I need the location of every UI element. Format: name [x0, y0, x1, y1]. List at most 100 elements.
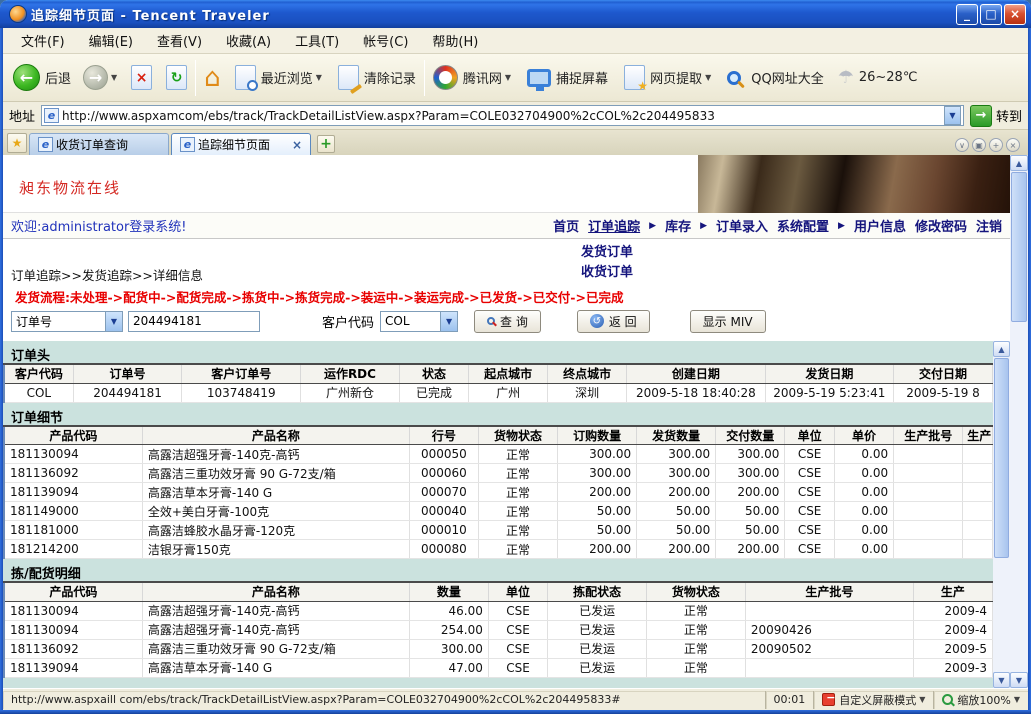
cell — [963, 521, 993, 540]
tencent-dropdown-icon[interactable]: ▼ — [505, 73, 511, 82]
menu-help[interactable]: 帮助(H) — [420, 28, 490, 53]
nav-home[interactable]: 首页 — [553, 216, 579, 235]
menu-account[interactable]: 帐号(C) — [351, 28, 420, 53]
page-scrollbar[interactable]: ▲ ▼ — [1010, 155, 1028, 688]
tab-close-icon[interactable]: × — [282, 138, 302, 152]
scroll-up-icon[interactable]: ▲ — [993, 341, 1010, 357]
menu-edit[interactable]: 编辑(E) — [77, 28, 145, 53]
tab-receive-order-query[interactable]: e 收货订单查询 — [29, 133, 169, 155]
nav-order-entry[interactable]: 订单录入 — [716, 216, 768, 235]
show-miv-button[interactable]: 显示 MIV — [690, 310, 766, 333]
tencent-web-button[interactable]: 腾讯网 ▼ — [433, 65, 511, 90]
submenu-ship-order[interactable]: 发货订单 — [581, 241, 633, 260]
page-extract-button[interactable]: ★ 网页提取 ▼ — [624, 65, 711, 90]
content-scrollbar[interactable]: ▲ ▼ — [993, 341, 1010, 688]
block-mode-label: 自定义屏蔽模式 — [839, 692, 916, 708]
nav-logout[interactable]: 注销 — [976, 216, 1002, 235]
recent-button[interactable]: 最近浏览 ▼ — [235, 65, 322, 90]
cell: 50.00 — [637, 521, 716, 540]
table-row: 181139094高露洁草本牙膏-140 G47.00CSE已发运正常2009-… — [4, 658, 993, 677]
extract-label: 网页提取 — [650, 68, 702, 87]
table-row: 181136092高露洁三重功效牙膏 90 G-72支/箱000060正常300… — [4, 464, 993, 483]
nav-inventory[interactable]: 库存 — [665, 216, 691, 235]
scrollbar-thumb[interactable] — [1011, 172, 1027, 322]
block-mode-icon — [822, 693, 835, 706]
status-url: http://www.aspxaill com/ebs/track/TrackD… — [3, 691, 766, 709]
tab-page-icon: e — [180, 137, 195, 152]
zoom-label: 缩放100% — [957, 692, 1010, 708]
stop-button[interactable]: × — [131, 65, 152, 90]
clear-history-button[interactable]: 清除记录 — [338, 65, 416, 90]
tab-close-all-button[interactable]: × — [1006, 138, 1020, 152]
toolbar: ← 后退 → ▼ × ↻ ⌂ 最近浏览 ▼ 清除记录 腾讯网 ▼ — [3, 54, 1028, 102]
cell: 正常 — [478, 464, 557, 483]
tab-add-button[interactable]: + — [989, 138, 1003, 152]
favorites-star-button[interactable]: ★ — [7, 133, 27, 153]
table-row: 181130094高露洁超强牙膏-140克-高钙46.00CSE已发运正常200… — [4, 601, 993, 620]
tab-list-button[interactable]: ∨ — [955, 138, 969, 152]
menu-file[interactable]: 文件(F) — [9, 28, 77, 53]
menu-favorites[interactable]: 收藏(A) — [214, 28, 283, 53]
recent-dropdown-icon[interactable]: ▼ — [316, 73, 322, 82]
return-button[interactable]: ↺ 返 回 — [577, 310, 650, 333]
customer-code-select[interactable]: COL ▼ — [380, 311, 458, 332]
block-mode-control[interactable]: 自定义屏蔽模式 ▼ — [814, 691, 934, 709]
close-button[interactable]: × — [1004, 4, 1026, 25]
nav-change-password[interactable]: 修改密码 — [915, 216, 967, 235]
new-tab-button[interactable]: + — [317, 135, 335, 153]
forward-dropdown-icon[interactable]: ▼ — [111, 73, 117, 82]
scroll-up-icon[interactable]: ▲ — [1010, 155, 1028, 171]
cell: 2009-3 — [913, 658, 992, 677]
page-content: 昶东物流在线 欢迎:administrator登录系统! 首页 订单追踪 ▶ 库… — [3, 155, 1010, 688]
address-input[interactable] — [62, 109, 944, 123]
cell: 0.00 — [834, 483, 893, 502]
qq-sites-button[interactable]: QQ网址大全 — [727, 68, 823, 87]
extract-dropdown-icon[interactable]: ▼ — [705, 73, 711, 82]
query-label: 查 询 — [500, 313, 528, 330]
tab-track-detail[interactable]: e 追踪细节页面 × — [171, 133, 311, 155]
submenu-receive-order[interactable]: 收货订单 — [581, 261, 633, 280]
order-type-select[interactable]: 订单号 ▼ — [11, 311, 123, 332]
cell: 高露洁超强牙膏-140克-高钙 — [142, 601, 409, 620]
nav-order-track[interactable]: 订单追踪 — [588, 216, 640, 235]
go-button-icon[interactable]: → — [970, 105, 992, 127]
scrollbar-thumb[interactable] — [994, 358, 1009, 558]
capture-screen-button[interactable]: 捕捉屏幕 — [527, 68, 608, 87]
cell: 000080 — [409, 540, 478, 559]
menu-bar: 文件(F) 编辑(E) 查看(V) 收藏(A) 工具(T) 帐号(C) 帮助(H… — [3, 28, 1028, 54]
minimize-button[interactable]: _ — [956, 4, 978, 25]
cell: 254.00 — [409, 620, 488, 639]
column-header: 订购数量 — [558, 426, 637, 445]
nav-system-config[interactable]: 系统配置 — [777, 216, 829, 235]
cell: 000060 — [409, 464, 478, 483]
address-dropdown-icon[interactable]: ▼ — [944, 106, 961, 125]
cell: 000010 — [409, 521, 478, 540]
menu-tools[interactable]: 工具(T) — [283, 28, 351, 53]
tab-restore-button[interactable]: ▣ — [972, 138, 986, 152]
column-header: 客户订单号 — [182, 364, 301, 383]
nav-arrow-icon: ▶ — [700, 221, 707, 231]
maximize-button[interactable]: □ — [980, 4, 1002, 25]
cell: 000070 — [409, 483, 478, 502]
track-submenu: 发货订单 收货订单 — [581, 241, 633, 280]
forward-button[interactable]: → ▼ — [83, 65, 117, 90]
cell — [963, 483, 993, 502]
cell: 000040 — [409, 502, 478, 521]
cell: CSE — [488, 620, 547, 639]
query-button[interactable]: 查 询 — [474, 310, 541, 333]
home-button[interactable]: ⌂ — [204, 65, 221, 91]
cell: 高露洁三重功效牙膏 90 G-72支/箱 — [142, 639, 409, 658]
toolbar-separator — [424, 60, 425, 96]
back-label: 后退 — [45, 68, 71, 87]
column-header: 生产 — [963, 426, 993, 445]
scroll-down-icon[interactable]: ▼ — [1010, 672, 1028, 688]
weather-widget[interactable]: ☂ 26~28℃ — [838, 67, 918, 88]
menu-view[interactable]: 查看(V) — [145, 28, 214, 53]
nav-user-info[interactable]: 用户信息 — [854, 216, 906, 235]
refresh-button[interactable]: ↻ — [166, 65, 187, 90]
order-number-input[interactable] — [128, 311, 260, 332]
back-button[interactable]: ← 后退 — [13, 64, 71, 91]
cell: 正常 — [478, 521, 557, 540]
zoom-control[interactable]: 缩放100% ▼ — [934, 691, 1028, 709]
scroll-down-icon[interactable]: ▼ — [993, 672, 1010, 688]
